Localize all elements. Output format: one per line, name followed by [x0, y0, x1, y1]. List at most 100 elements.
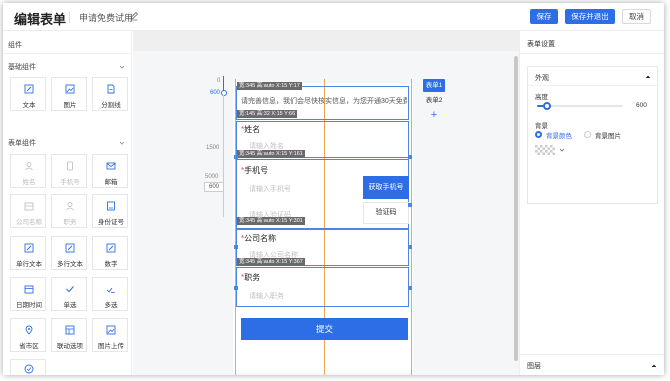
panel-divider [520, 53, 664, 54]
bg-image-label: 背景图片 [595, 133, 621, 140]
resize-handle[interactable] [408, 203, 412, 207]
field-company-label: *公司名称 [241, 234, 277, 243]
component-checkbox[interactable]: 多选 [92, 277, 128, 311]
chevron-down-icon[interactable] [559, 147, 565, 153]
save-exit-button[interactable]: 保存并退出 [565, 9, 615, 24]
canvas-toolbar [133, 31, 519, 51]
resize-handle[interactable] [234, 245, 238, 249]
linked-options-icon [65, 325, 75, 335]
chevron-up-icon[interactable] [651, 363, 657, 369]
submit-button[interactable]: 提交 [241, 318, 408, 340]
component-label: 身份证号 [98, 219, 124, 226]
canvas-scrollbar[interactable] [514, 56, 518, 361]
appearance-title: 外观 [535, 75, 549, 82]
bg-image-radio[interactable] [584, 131, 591, 138]
tip-text: 请完善信息，我们会尽快核实信息，为您开通30天免费 [241, 98, 407, 105]
ruler-label: 600 [210, 90, 221, 96]
component-label: 姓名 [22, 179, 36, 186]
checklist-icon [106, 287, 115, 293]
color-swatch-icon[interactable] [535, 145, 557, 155]
dimension-tag: 宽:345 高:auto X:15 Y:367 [237, 258, 305, 266]
edit-square-icon [24, 243, 34, 253]
title-divider [69, 12, 70, 23]
check-icon [66, 286, 74, 293]
page-tab-2[interactable]: 表单2 [423, 94, 445, 107]
phone-placeholder: 请输入手机号 [249, 186, 291, 193]
form-section-title: 表单组件 [8, 140, 36, 147]
component-label: 手机号 [60, 179, 80, 186]
resize-handle[interactable] [408, 155, 412, 159]
chevron-down-icon[interactable] [119, 140, 125, 146]
component-single-line[interactable]: 单行文本 [10, 236, 46, 270]
component-company[interactable]: 公司名称 [10, 194, 46, 228]
get-phone-button[interactable]: 获取手机号 [363, 176, 409, 199]
component-email[interactable]: 邮箱 [92, 154, 128, 188]
appearance-card: 外观 高度 600 背景 背景颜色 背景图片 [527, 66, 659, 204]
verify-code-button[interactable]: 验证码 [363, 202, 409, 224]
component-text[interactable]: 文本 [10, 77, 46, 111]
ruler-value-box[interactable]: 600 [204, 182, 224, 192]
ruler-track [223, 95, 224, 217]
component-multi-line[interactable]: 多行文本 [51, 236, 87, 270]
page-tab-1[interactable]: 表单1 [423, 79, 445, 92]
component-label: 公司名称 [16, 219, 42, 226]
form-name: 申请免费试用 [79, 13, 134, 23]
component-divider[interactable]: 分割线 [92, 77, 128, 111]
panel-divider [3, 53, 132, 54]
component-label: 多选 [104, 302, 118, 309]
component-number[interactable]: 数字 [92, 236, 128, 270]
component-label: 图片上传 [98, 343, 124, 350]
editor-canvas[interactable]: 0 600 1500 5000 600 宽:345 高:auto X:15 Y:… [133, 31, 519, 375]
basic-section-title: 基础组件 [8, 64, 36, 71]
dimension-tag: 宽:345 高:auto X:15 Y:161 [237, 150, 305, 158]
ruler-label: 5000 [205, 174, 219, 180]
job-placeholder: 请输入职务 [249, 293, 284, 300]
component-linked-options[interactable]: 联动选项 [51, 318, 87, 352]
edit-icon[interactable] [129, 11, 139, 21]
add-page-button[interactable]: + [423, 109, 445, 122]
settings-panel: 表单设置 外观 高度 600 背景 背景颜色 背景图片 图层 [519, 31, 664, 375]
save-button[interactable]: 保存 [530, 9, 558, 24]
component-label: 多行文本 [57, 261, 83, 268]
component-datetime[interactable]: 日期时间 [10, 277, 46, 311]
resize-handle[interactable] [234, 286, 238, 290]
bg-color-label: 背景颜色 [546, 133, 572, 140]
bg-color-radio[interactable] [535, 131, 542, 138]
component-id-card[interactable]: 身份证号 [92, 194, 128, 228]
component-label: 单行文本 [16, 261, 42, 268]
layers-label: 图层 [527, 363, 541, 370]
chevron-up-icon[interactable] [645, 74, 651, 80]
component-label: 分割线 [101, 102, 121, 109]
component-region[interactable]: 省市区 [10, 318, 46, 352]
field-job[interactable] [236, 267, 409, 307]
layers-bar[interactable]: 图层 [520, 354, 664, 375]
person-icon [66, 202, 74, 211]
card-divider [528, 85, 659, 86]
component-image[interactable]: 图片 [51, 77, 87, 111]
resize-handle[interactable] [408, 286, 412, 290]
location-icon [25, 325, 33, 335]
cancel-button[interactable]: 取消 [622, 9, 651, 24]
page-title: 编辑表单 [14, 12, 67, 27]
dimension-tag: 宽:345 高:auto X:15 Y:17 [237, 82, 302, 90]
component-label: 职务 [63, 219, 77, 226]
chevron-down-icon[interactable] [119, 64, 125, 70]
divider-icon [107, 84, 115, 94]
component-more[interactable] [10, 359, 46, 375]
component-label: 邮箱 [104, 179, 118, 186]
resize-handle[interactable] [408, 245, 412, 249]
settings-title: 表单设置 [527, 41, 555, 48]
component-label: 日期时间 [16, 302, 42, 309]
component-image-upload[interactable]: 图片上传 [92, 318, 128, 352]
height-label: 高度 [535, 94, 548, 101]
image-upload-icon [106, 325, 116, 335]
ruler-handle-icon[interactable] [220, 89, 228, 97]
component-name[interactable]: 姓名 [10, 154, 46, 188]
component-radio[interactable]: 单选 [51, 277, 87, 311]
component-label: 文本 [22, 102, 36, 109]
component-position[interactable]: 职务 [51, 194, 87, 228]
component-phone[interactable]: 手机号 [51, 154, 87, 188]
dimension-tag: 宽:145 高:32 X:15 Y:66 [237, 110, 298, 118]
height-slider-thumb[interactable] [543, 102, 552, 110]
resize-handle[interactable] [234, 155, 238, 159]
